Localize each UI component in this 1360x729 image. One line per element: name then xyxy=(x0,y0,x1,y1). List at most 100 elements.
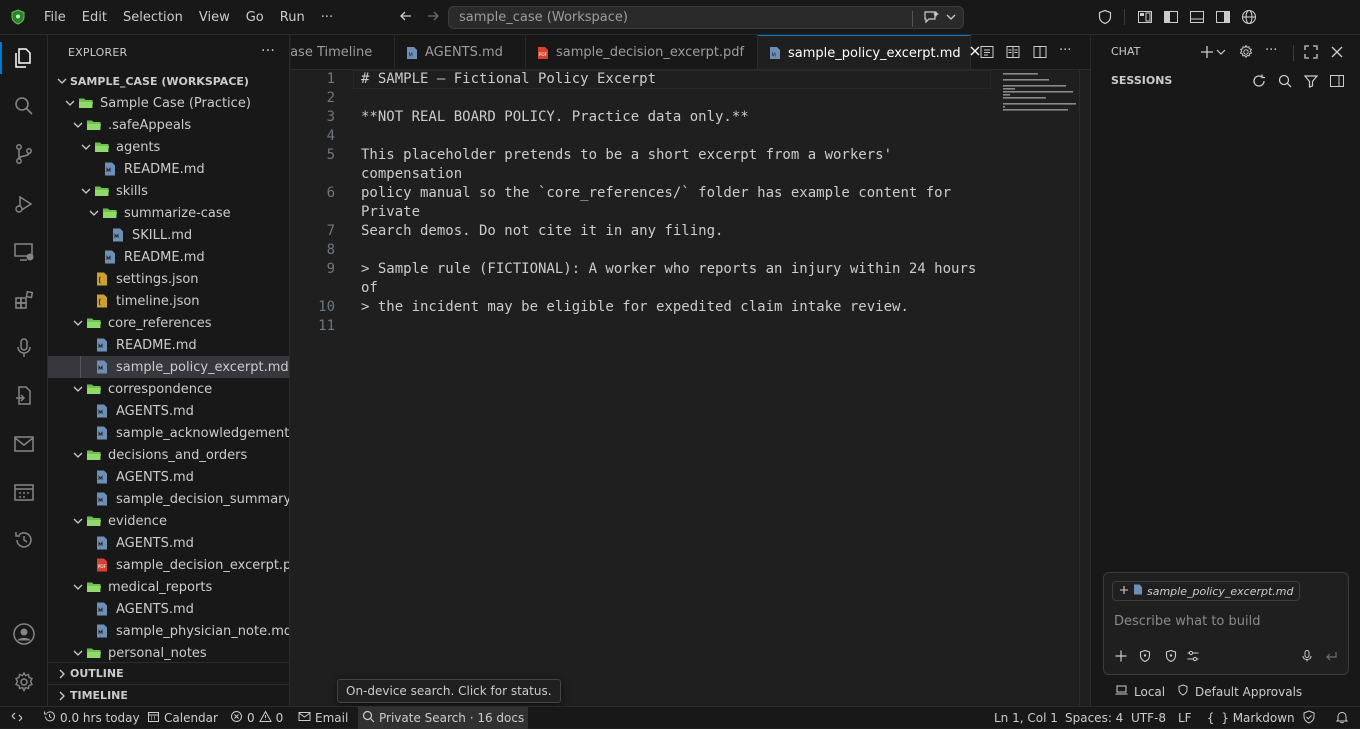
indentation-status[interactable]: Spaces: 4 xyxy=(1065,707,1123,729)
settings-gear-icon[interactable] xyxy=(12,670,36,694)
chat-more-button[interactable]: ··· xyxy=(1265,44,1281,60)
calendar-status[interactable]: Calendar xyxy=(147,707,218,729)
tree-folder[interactable]: correspondence xyxy=(48,378,289,400)
tree-file[interactable]: README.md xyxy=(48,246,289,268)
file-export-icon[interactable] xyxy=(12,384,36,408)
account-icon[interactable] xyxy=(12,622,36,646)
chevron-down-icon[interactable] xyxy=(945,11,957,27)
approvals-button[interactable]: Default Approvals xyxy=(1177,684,1302,699)
tree-file[interactable]: README.md xyxy=(48,158,289,180)
email-status[interactable]: Email xyxy=(298,707,348,729)
tree-file[interactable]: sample_physician_note.md xyxy=(48,620,289,642)
tree-file[interactable]: AGENTS.md xyxy=(48,598,289,620)
outline-section[interactable]: OUTLINE xyxy=(48,662,289,684)
minimap[interactable] xyxy=(1001,70,1079,130)
editor-line[interactable]: 1 # SAMPLE — Fictional Policy Excerpt xyxy=(291,70,991,89)
shield-icon[interactable] xyxy=(1164,649,1180,665)
editor-line[interactable]: 9 > Sample rule (FICTIONAL): A worker who… xyxy=(291,260,991,279)
editor-line[interactable]: 4 xyxy=(291,127,991,146)
time-tracker[interactable]: 0.0 hrs today xyxy=(43,707,140,729)
split-editor-icon[interactable] xyxy=(1032,44,1048,60)
tree-folder[interactable]: Sample Case (Practice) xyxy=(48,92,289,114)
problems-status[interactable]: 0 0 xyxy=(230,707,283,729)
workspace-header[interactable]: SAMPLE_CASE (WORKSPACE) xyxy=(48,70,289,92)
menu-go[interactable]: Go xyxy=(238,0,272,35)
tree-folder[interactable]: core_references xyxy=(48,312,289,334)
security-status[interactable] xyxy=(1302,707,1316,729)
forward-arrow-icon[interactable] xyxy=(424,8,442,26)
tree-folder[interactable]: decisions_and_orders xyxy=(48,444,289,466)
toggle-panel-icon[interactable] xyxy=(1189,9,1205,25)
globe-icon[interactable] xyxy=(1241,9,1257,25)
timeline-section[interactable]: TIMELINE xyxy=(48,684,289,706)
local-mode-button[interactable]: Local xyxy=(1115,684,1165,699)
editor-line[interactable]: Private xyxy=(291,203,991,222)
menu-file[interactable]: File xyxy=(36,0,74,35)
add-context-icon[interactable] xyxy=(1114,649,1130,665)
tree-folder[interactable]: summarize-case xyxy=(48,202,289,224)
layout-customize-icon[interactable] xyxy=(1137,9,1153,25)
notifications-status[interactable] xyxy=(1335,707,1349,729)
editor-line[interactable]: compensation xyxy=(291,165,991,184)
extensions-icon[interactable] xyxy=(12,288,36,312)
toggle-sessions-sidebar-icon[interactable] xyxy=(1329,73,1345,89)
editor-line[interactable]: 7 Search demos. Do not cite it in any fil… xyxy=(291,222,991,241)
tree-file[interactable]: AGENTS.md xyxy=(48,532,289,554)
remote-indicator[interactable] xyxy=(10,707,24,729)
toggle-secondary-sidebar-icon[interactable] xyxy=(1215,9,1231,25)
calendar-icon[interactable] xyxy=(12,480,36,504)
editor-line[interactable]: 2 xyxy=(291,89,991,108)
tree-file[interactable]: sample_acknowledgement.... xyxy=(48,422,289,444)
new-chat-icon[interactable] xyxy=(1199,44,1215,60)
cursor-position[interactable]: Ln 1, Col 1 xyxy=(994,707,1058,729)
menu-run[interactable]: Run xyxy=(272,0,313,35)
editor-line[interactable]: 6 policy manual so the `core_references/`… xyxy=(291,184,991,203)
tree-file[interactable]: AGENTS.md xyxy=(48,466,289,488)
back-arrow-icon[interactable] xyxy=(397,8,415,26)
tree-file[interactable]: sample_policy_excerpt.md xyxy=(48,356,289,378)
send-icon[interactable] xyxy=(1324,649,1340,665)
chat-toggle-icon[interactable] xyxy=(923,9,941,29)
encoding-status[interactable]: UTF-8 xyxy=(1131,707,1166,729)
tab-sample-policy-excerpt[interactable]: M sample_policy_excerpt.md xyxy=(758,35,980,69)
tree-file[interactable]: settings.json xyxy=(48,268,289,290)
tree-file[interactable]: sample_decision_summary.... xyxy=(48,488,289,510)
menu-selection[interactable]: Selection xyxy=(115,0,191,35)
editor-line[interactable]: 11 xyxy=(291,317,991,336)
editor-line[interactable]: 10 > the incident may be eligible for exp… xyxy=(291,298,991,317)
tab-case-timeline[interactable]: Case Timeline xyxy=(291,35,395,69)
eol-status[interactable]: LF xyxy=(1178,707,1192,729)
explorer-more-button[interactable]: ··· xyxy=(261,43,275,59)
tree-file[interactable]: README.md xyxy=(48,334,289,356)
microphone-icon[interactable] xyxy=(1300,649,1316,665)
history-icon[interactable] xyxy=(12,528,36,552)
run-debug-icon[interactable] xyxy=(12,192,36,216)
explorer-icon[interactable] xyxy=(12,46,36,70)
toggle-primary-sidebar-icon[interactable] xyxy=(1163,9,1179,25)
editor-more-button[interactable]: ··· xyxy=(1059,44,1075,60)
filter-icon[interactable] xyxy=(1303,73,1319,89)
maximize-icon[interactable] xyxy=(1303,44,1319,60)
shield-icon[interactable] xyxy=(1097,9,1113,25)
code-editor[interactable]: 1 # SAMPLE — Fictional Policy Excerpt 2 3 **… xyxy=(291,70,1090,706)
menu-more[interactable]: ··· xyxy=(313,0,341,35)
search-icon[interactable] xyxy=(12,94,36,118)
source-control-icon[interactable] xyxy=(12,142,36,166)
tab-sample-decision-excerpt[interactable]: PDF sample_decision_excerpt.pdf xyxy=(526,35,758,69)
tree-folder[interactable]: medical_reports xyxy=(48,576,289,598)
refresh-icon[interactable] xyxy=(1251,73,1267,89)
private-search-status[interactable]: Private Search · 16 docs xyxy=(358,707,529,729)
shield-icon[interactable] xyxy=(1138,649,1154,665)
chat-prompt-input[interactable]: Describe what to build xyxy=(1114,614,1261,629)
tab-agents-md[interactable]: M AGENTS.md xyxy=(395,35,526,69)
remote-explorer-icon[interactable] xyxy=(12,240,36,264)
chevron-down-icon[interactable] xyxy=(1216,46,1232,62)
tree-file[interactable]: timeline.json xyxy=(48,290,289,312)
gear-icon[interactable] xyxy=(1238,44,1254,60)
command-center-search[interactable]: sample_case (Workspace) xyxy=(448,6,964,29)
tree-file[interactable]: AGENTS.md xyxy=(48,400,289,422)
chat-input-box[interactable]: sample_policy_excerpt.md Describe what t… xyxy=(1103,572,1349,675)
tree-folder[interactable]: skills xyxy=(48,180,289,202)
open-preview-icon[interactable] xyxy=(979,44,995,60)
editor-line[interactable]: 8 xyxy=(291,241,991,260)
